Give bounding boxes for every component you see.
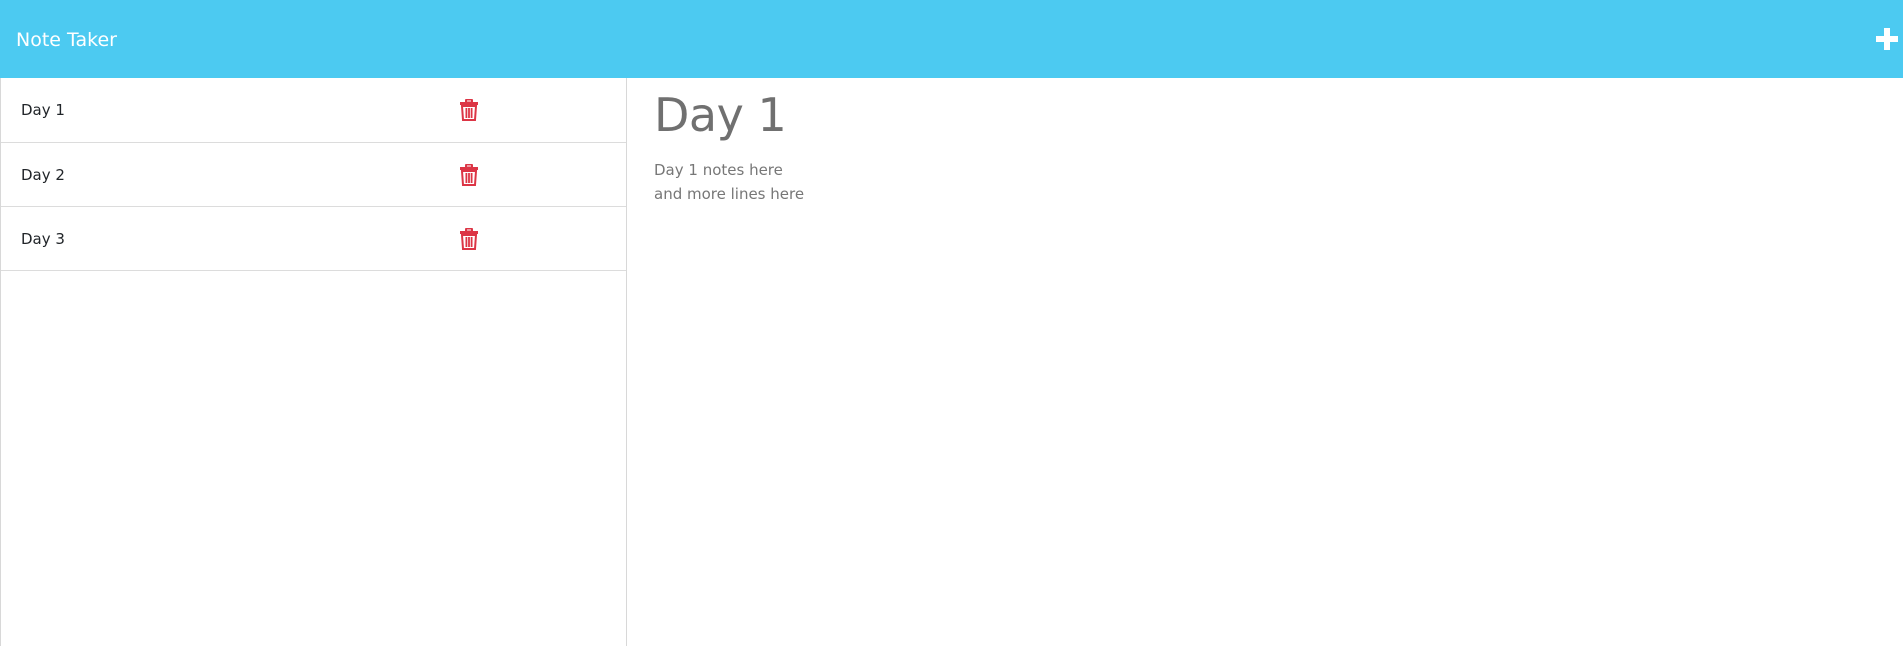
note-list-item[interactable]: Day 2 <box>1 143 626 207</box>
add-note-button[interactable] <box>1874 26 1900 52</box>
note-list-item-title: Day 3 <box>21 229 65 248</box>
trash-icon <box>460 227 478 250</box>
navbar: Note Taker <box>0 0 1903 78</box>
note-list-item[interactable]: Day 3 <box>1 207 626 271</box>
delete-note-button[interactable] <box>460 163 478 186</box>
trash-icon <box>460 99 478 121</box>
note-list-panel: Day 1 Day 2 Day 3 <box>0 78 627 646</box>
note-detail-panel: Day 1 Day 1 notes here and more lines he… <box>627 78 1903 646</box>
note-list-item-title: Day 2 <box>21 165 65 184</box>
trash-icon <box>460 163 478 186</box>
note-list: Day 1 Day 2 Day 3 <box>1 78 626 271</box>
note-text-display[interactable]: Day 1 notes here and more lines here <box>654 158 804 206</box>
note-text-line: and more lines here <box>654 185 805 203</box>
note-list-item-title: Day 1 <box>21 101 65 119</box>
plus-icon <box>1876 28 1898 50</box>
note-title-display[interactable]: Day 1 <box>654 88 787 142</box>
delete-note-button[interactable] <box>460 227 478 250</box>
app-title[interactable]: Note Taker <box>16 0 117 78</box>
note-text-line: Day 1 notes here <box>654 161 783 179</box>
delete-note-button[interactable] <box>460 99 478 121</box>
note-list-item[interactable]: Day 1 <box>1 78 626 143</box>
